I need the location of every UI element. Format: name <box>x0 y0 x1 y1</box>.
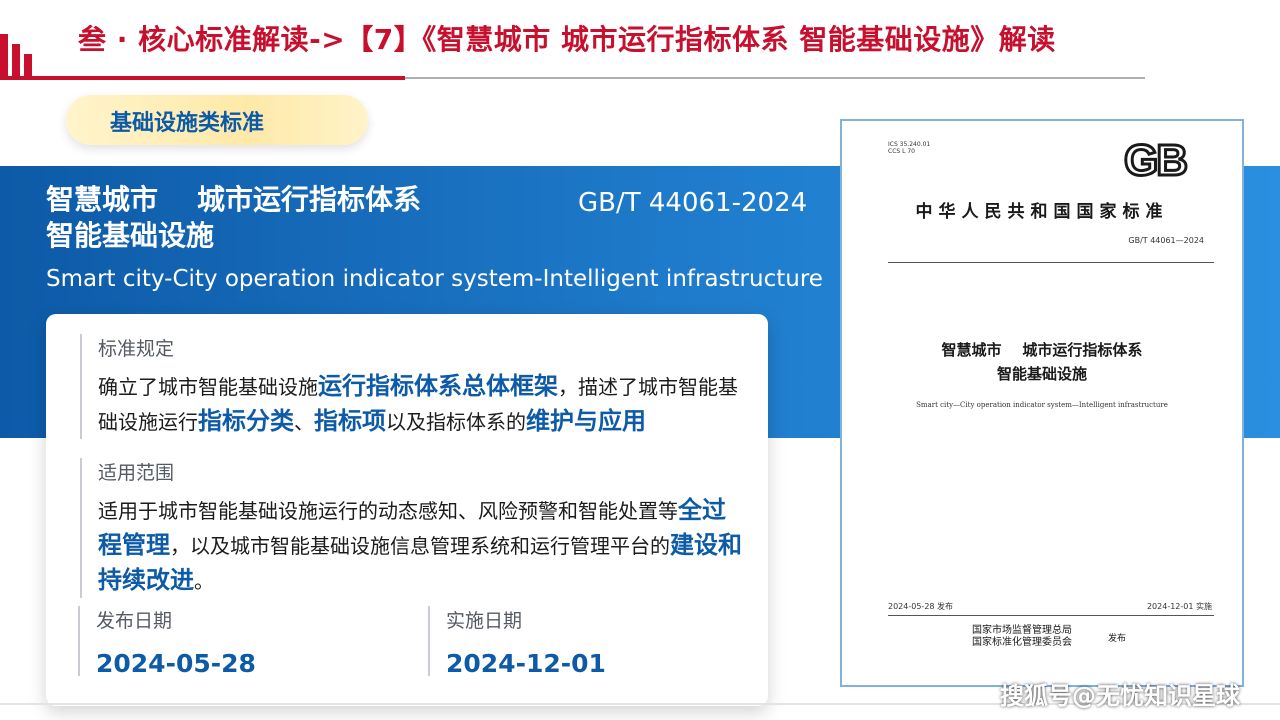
category-tag-label: 基础设施类标准 <box>110 111 265 136</box>
cover-publish-date: 2024-05-28 发布 <box>888 602 954 611</box>
cover-title-line1: 智慧城市 城市运行指标体系 <box>941 341 1143 359</box>
highlight-span: 指标项 <box>314 407 386 435</box>
title-rule-grey <box>405 77 1145 79</box>
page-title: 叁 · 核心标准解读->【7】《智慧城市 城市运行指标体系 智能基础设施》解读 <box>78 23 1056 56</box>
cover-national-standard: 中华人民共和国国家标准 <box>915 202 1169 222</box>
standard-number: GB/T 44061-2024 <box>578 188 808 218</box>
info-card: 标准规定 确立了城市智能基础设施运行指标体系总体框架，描述了城市智能基础设施运行… <box>46 314 768 706</box>
cover-issuers: 国家市场监督管理总局 国家标准化管理委员会 <box>972 625 1072 649</box>
title-rule-red <box>0 76 405 80</box>
cover-number: GB/T 44061—2024 <box>1128 236 1204 245</box>
cover-issue-label: 发布 <box>1108 634 1127 644</box>
cover-ics: ICS 35.240.01 <box>888 141 931 148</box>
highlight-span: 维护与应用 <box>526 407 646 435</box>
logo-bar <box>0 34 8 78</box>
cover-english-title: Smart city—City operation indicator syst… <box>916 401 1168 409</box>
scope-label: 适用范围 <box>98 462 175 484</box>
publish-date-value: 2024-05-28 <box>96 649 256 678</box>
cover-issuer-2: 国家标准化管理委员会 <box>972 637 1072 648</box>
text-span: 适用于城市智能基础设施运行的动态感知、风险预警和智能处置等 <box>98 499 678 523</box>
standard-english-name: Smart city-City operation indicator syst… <box>46 266 823 292</box>
implement-date-label: 实施日期 <box>446 610 523 632</box>
provisions-label: 标准规定 <box>98 338 175 360</box>
text-span: ，以及城市智能基础设施信息管理系统和运行管理平台的 <box>170 534 670 558</box>
watermark: 搜狐号@无忧知识星球 <box>1000 682 1240 710</box>
implement-date-value: 2024-12-01 <box>446 649 606 678</box>
gb-logo-icon: GB <box>1123 137 1190 181</box>
standard-cover-image: ICS 35.240.01 CCS L 70 GB 中华人民共和国国家标准 GB… <box>840 119 1244 687</box>
cover-title-line2: 智能基础设施 <box>996 365 1087 383</box>
provisions-section: 标准规定 确立了城市智能基础设施运行指标体系总体框架，描述了城市智能基础设施运行… <box>80 334 748 439</box>
publish-date-block: 发布日期 2024-05-28 <box>78 606 256 678</box>
cover-issuer-1: 国家市场监督管理总局 <box>972 625 1072 636</box>
cover-rule <box>888 262 1214 263</box>
cover-rule-bottom <box>888 615 1214 616</box>
category-tag: 基础设施类标准 <box>66 95 368 145</box>
text-span: 。 <box>194 569 214 593</box>
scope-text: 适用于城市智能基础设施运行的动态感知、风险预警和智能处置等全过程管理，以及城市智… <box>98 493 748 598</box>
cover-classification: ICS 35.240.01 CCS L 70 <box>888 141 930 155</box>
highlight-span: 运行指标体系总体框架 <box>318 372 558 400</box>
gb-logo-text: GB <box>1124 137 1186 181</box>
cover-ccs: CCS L 70 <box>888 148 915 155</box>
provisions-text: 确立了城市智能基础设施运行指标体系总体框架，描述了城市智能基础设施运行指标分类、… <box>98 369 748 439</box>
standard-name-line2: 智能基础设施 <box>46 219 215 252</box>
logo-bar <box>24 54 32 78</box>
highlight-span: 指标分类 <box>198 407 294 435</box>
logo-bar <box>12 44 20 78</box>
cover-implement-date: 2024-12-01 实施 <box>1146 602 1212 611</box>
standard-name-line1: 智慧城市 城市运行指标体系 <box>46 183 421 216</box>
text-span: 以及指标体系的 <box>386 410 526 434</box>
standard-name: 智慧城市 城市运行指标体系 智能基础设施 <box>46 182 421 254</box>
scope-section: 适用范围 适用于城市智能基础设施运行的动态感知、风险预警和智能处置等全过程管理，… <box>80 458 748 598</box>
text-span: 确立了城市智能基础设施 <box>98 375 318 399</box>
implement-date-block: 实施日期 2024-12-01 <box>428 606 606 678</box>
text-span: 、 <box>294 410 314 434</box>
publish-date-label: 发布日期 <box>96 610 173 632</box>
